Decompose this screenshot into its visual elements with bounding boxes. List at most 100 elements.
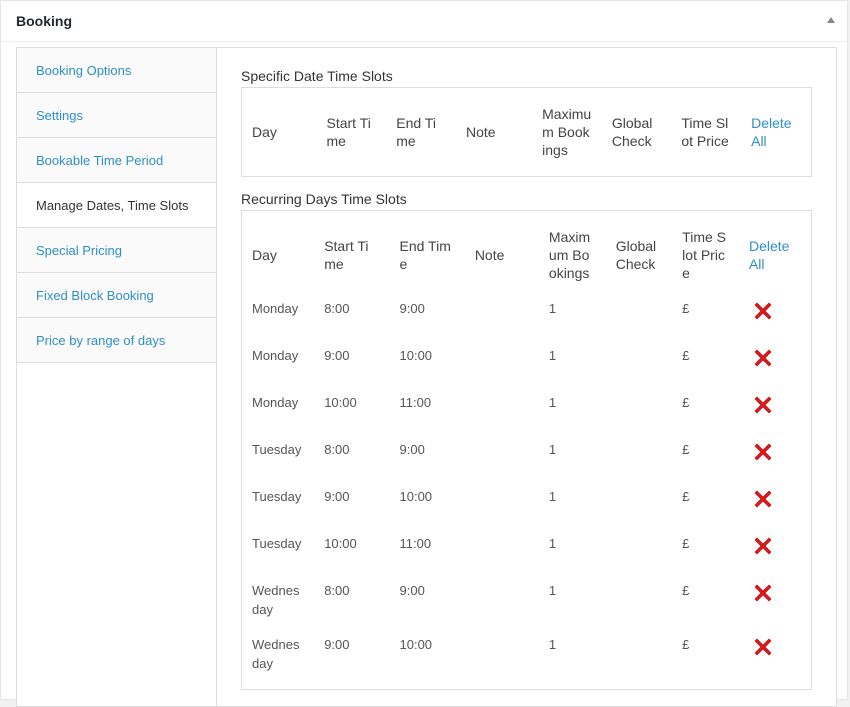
header-note: Note (465, 124, 496, 140)
cell-note (465, 581, 539, 635)
tab-fixed-block-booking[interactable]: Fixed Block Booking (17, 273, 217, 318)
cell-max-bookings: 1 (548, 489, 557, 504)
cell-note (465, 534, 539, 581)
header-global-check: Global Check (602, 88, 671, 177)
recurring-rows: Monday 8:00 9:00 1 £ Monday 9:00 10:00 1 £ Monday 1… (242, 299, 812, 689)
delete-x-icon[interactable] (754, 584, 772, 602)
cell-max-bookings: 1 (548, 395, 557, 410)
cell-end-time: 10:00 (399, 348, 433, 363)
cell-day: Monday (252, 395, 299, 410)
header-note: Note (474, 247, 505, 263)
cell-start-time: 9:00 (324, 348, 350, 363)
delete-x-icon[interactable] (754, 396, 772, 414)
cell-global-check (606, 440, 672, 487)
header-start-time-label: Start Time (324, 238, 369, 272)
cell-global-check (606, 534, 672, 581)
cell-end-time: 11:00 (399, 395, 432, 410)
cell-day: Wednesday (252, 637, 300, 671)
cell-start-time: 8:00 (324, 301, 350, 316)
cell-delete (739, 581, 812, 635)
cell-end-time: 9:00 (399, 301, 425, 316)
tab-label: Special Pricing (36, 243, 122, 258)
cell-day: Monday (252, 301, 299, 316)
tab-special-pricing[interactable]: Special Pricing (17, 228, 217, 273)
cell-end-time: 10:00 (399, 489, 433, 504)
toggle-up-arrow-icon[interactable] (827, 17, 835, 23)
table-row: Monday 10:00 11:00 1 £ (242, 393, 812, 440)
cell-delete (739, 299, 812, 346)
header-global-check-label: Global Check (611, 115, 653, 149)
cell-max-bookings: 1 (548, 348, 557, 363)
specific-section-title: Specific Date Time Slots (241, 68, 393, 84)
header-end-time: End Time (386, 88, 456, 177)
cell-start-time: 8:00 (324, 442, 350, 457)
header-start-time: Start Time (314, 211, 389, 300)
delete-x-icon[interactable] (754, 349, 772, 367)
cell-start-time: 10:00 (324, 395, 357, 410)
tab-bookable-time-period[interactable]: Bookable Time Period (17, 138, 217, 183)
recurring-slots-table: Day Start Time End Time Note Maximum Boo… (241, 210, 812, 690)
cell-max-bookings: 1 (548, 583, 557, 598)
cell-day: Monday (252, 348, 299, 363)
table-row: Tuesday 8:00 9:00 1 £ (242, 440, 812, 487)
delete-all-specific-link[interactable]: Delete All (751, 114, 801, 150)
header-max-bookings-label: Maximum Bookings (548, 229, 591, 281)
delete-all-recurring-link[interactable]: Delete All (749, 237, 801, 273)
tab-booking-options[interactable]: Booking Options (17, 48, 217, 93)
tab-label: Booking Options (36, 63, 132, 78)
delete-x-icon[interactable] (754, 302, 772, 320)
cell-price: £ (682, 442, 690, 457)
cell-note (465, 299, 539, 346)
header-max-bookings-label: Maximum Bookings (542, 106, 592, 158)
metabox-header[interactable]: Booking (1, 1, 847, 42)
cell-start-time: 8:00 (324, 583, 350, 598)
cell-global-check (606, 346, 672, 393)
cell-price: £ (682, 583, 690, 598)
tab-settings[interactable]: Settings (17, 93, 217, 138)
cell-price: £ (682, 637, 690, 652)
booking-metabox: Booking Booking Options Settings Bookable … (0, 0, 848, 707)
table-row: Tuesday 9:00 10:00 1 £ (242, 487, 812, 534)
cell-delete (739, 635, 812, 689)
cell-day: Tuesday (252, 489, 302, 504)
header-delete-all: Delete All (739, 211, 812, 300)
cell-max-bookings: 1 (548, 301, 557, 316)
header-start-time: Start Time (316, 88, 386, 177)
header-start-time-label: Start Time (326, 115, 371, 149)
delete-x-icon[interactable] (754, 443, 772, 461)
cell-note (465, 346, 539, 393)
cell-delete (739, 393, 812, 440)
delete-x-icon[interactable] (754, 638, 772, 656)
cell-note (465, 635, 539, 689)
cell-start-time: 9:00 (324, 489, 350, 504)
cell-note (465, 440, 539, 487)
tab-label: Manage Dates, Time Slots (36, 198, 189, 213)
cell-note (465, 393, 539, 440)
cell-price: £ (682, 395, 690, 410)
recurring-section-title: Recurring Days Time Slots (241, 191, 407, 207)
table-row: Tuesday 10:00 11:00 1 £ (242, 534, 812, 581)
table-row: Monday 8:00 9:00 1 £ (242, 299, 812, 346)
cell-price: £ (682, 301, 690, 316)
cell-end-time: 9:00 (399, 583, 425, 598)
header-day: Day (252, 247, 277, 263)
cell-start-time: 9:00 (324, 637, 350, 652)
table-row: Wednesday 9:00 10:00 1 £ (242, 635, 812, 689)
cell-delete (739, 487, 812, 534)
cell-day: Wednesday (252, 583, 300, 617)
specific-slots-table: Day Start Time End Time Note Maximum Boo… (241, 87, 812, 177)
cell-delete (739, 440, 812, 487)
delete-x-icon[interactable] (754, 537, 772, 555)
delete-x-icon[interactable] (754, 490, 772, 508)
cell-price: £ (682, 348, 690, 363)
tab-manage-dates-time-slots[interactable]: Manage Dates, Time Slots (17, 183, 217, 228)
cell-end-time: 10:00 (399, 637, 433, 652)
header-price-label: Time Slot Price (682, 229, 726, 281)
cell-start-time: 10:00 (324, 536, 357, 551)
tab-price-by-range-of-days[interactable]: Price by range of days (17, 318, 217, 363)
manage-dates-panel: Specific Date Time Slots Day Start Time … (216, 48, 836, 706)
cell-global-check (606, 299, 672, 346)
header-delete-all: Delete All (741, 88, 811, 177)
cell-max-bookings: 1 (548, 536, 557, 551)
cell-delete (739, 346, 812, 393)
